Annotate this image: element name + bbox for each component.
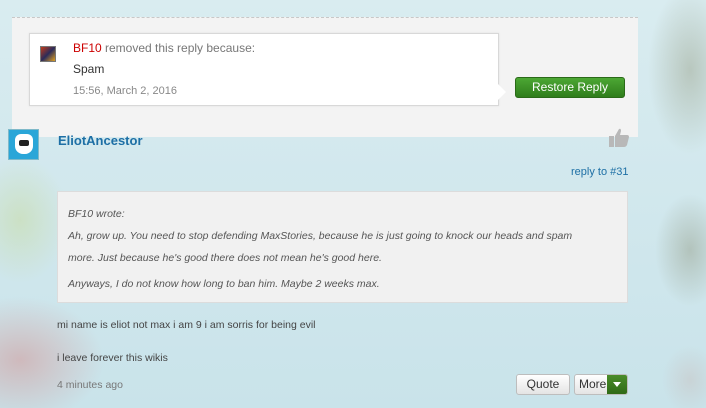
reply-timestamp: 4 minutes ago [57, 379, 123, 391]
removed-reason: Spam [73, 62, 105, 76]
quote-button[interactable]: Quote [516, 374, 570, 395]
reply-body-line: mi name is eliot not max i am 9 i am sor… [57, 319, 316, 331]
moderator-avatar[interactable] [40, 46, 56, 62]
thumbs-up-icon[interactable] [608, 128, 630, 148]
more-button[interactable]: More [574, 374, 628, 395]
chevron-down-icon[interactable] [607, 375, 627, 394]
reply-to-link[interactable]: reply to #31 [571, 166, 628, 178]
restore-reply-button[interactable]: Restore Reply [515, 77, 625, 98]
quote-line: Anyways, I do not know how long to ban h… [68, 278, 380, 290]
more-button-label: More [579, 377, 607, 391]
quote-line: more. Just because he's good there does … [68, 252, 382, 264]
avatar[interactable] [8, 129, 39, 160]
removed-timestamp: 15:56, March 2, 2016 [73, 85, 177, 97]
moderator-name-link[interactable]: BF10 [73, 41, 102, 55]
avatar-face-icon [15, 134, 33, 154]
reply-body-line: i leave forever this wikis [57, 352, 168, 364]
reply-username-link[interactable]: EliotAncestor [58, 133, 143, 148]
quote-author-line: BF10 wrote: [68, 208, 125, 220]
quote-line: Ah, grow up. You need to stop defending … [68, 230, 573, 242]
removed-notice-text: removed this reply because: [105, 41, 256, 55]
